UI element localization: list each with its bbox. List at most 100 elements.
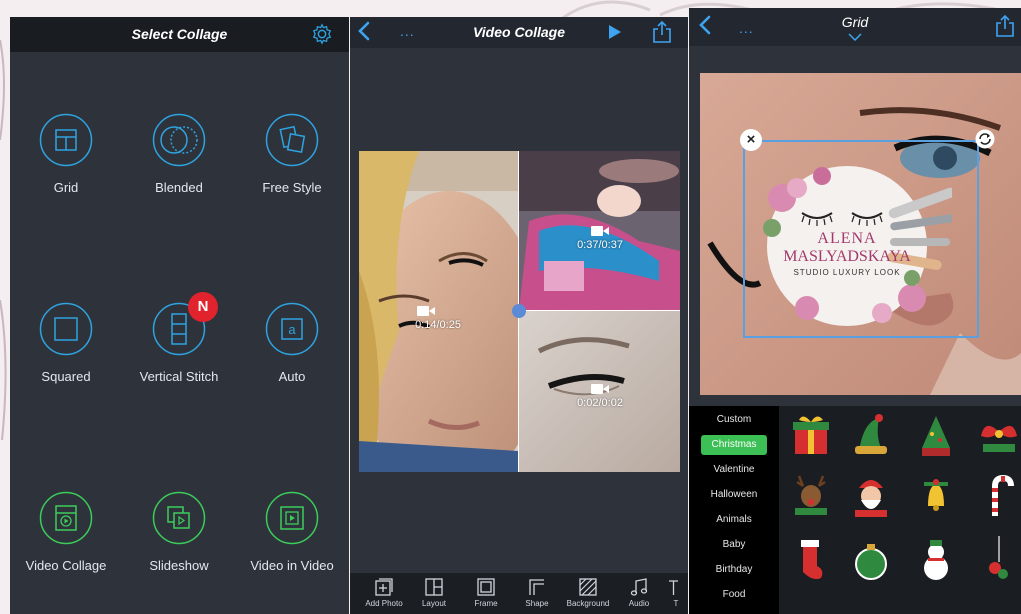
auto-label: Auto bbox=[278, 369, 306, 384]
header-bar: Select Collage bbox=[10, 17, 349, 52]
logo-sticker[interactable]: ALENA MASLYADSKAYA STUDIO LUXURY LOOK bbox=[762, 158, 960, 328]
vertical-stitch-label: Vertical Stitch bbox=[139, 369, 219, 384]
logo-line-2: MASLYADSKAYA bbox=[783, 248, 911, 265]
gear-icon[interactable] bbox=[311, 23, 333, 45]
auto-icon: a bbox=[265, 302, 319, 356]
video-cell-1[interactable]: 0:14/0:25 bbox=[359, 151, 518, 472]
background-icon bbox=[579, 578, 597, 596]
video-camera-icon bbox=[417, 306, 435, 316]
reindeer-sticker[interactable] bbox=[789, 472, 833, 520]
page-title: Select Collage bbox=[131, 26, 228, 42]
free-style-option[interactable]: Free Style bbox=[236, 113, 348, 213]
page-title: Grid bbox=[841, 14, 869, 30]
hanging-ornament-sticker[interactable] bbox=[977, 536, 1021, 584]
video-camera-icon bbox=[591, 226, 609, 236]
category-halloween[interactable]: Halloween bbox=[701, 485, 767, 505]
face-photo bbox=[359, 151, 518, 472]
close-icon[interactable]: × bbox=[740, 129, 762, 151]
category-custom[interactable]: Custom bbox=[701, 410, 767, 430]
video-cell-2[interactable]: 0:37/0:37 bbox=[519, 151, 680, 310]
add-photo-button[interactable]: Add Photo bbox=[360, 577, 408, 608]
play-icon[interactable] bbox=[608, 24, 622, 40]
slideshow-option[interactable]: Slideshow bbox=[123, 491, 235, 591]
page-title: Video Collage bbox=[472, 24, 566, 40]
divider-handle[interactable] bbox=[512, 304, 526, 318]
video-in-video-icon bbox=[265, 491, 319, 545]
video-collage-label: Video Collage bbox=[25, 558, 107, 573]
layout-button[interactable]: Layout bbox=[410, 577, 458, 608]
grid-sticker-screen: ... Grid × ALENA MASLYADSKAYA STUDIO LUX… bbox=[689, 8, 1021, 614]
video-time-label: 0:37/0:37 bbox=[577, 239, 623, 251]
squared-icon bbox=[39, 302, 93, 356]
audio-button[interactable]: Audio bbox=[615, 577, 663, 608]
blended-label: Blended bbox=[155, 180, 203, 195]
logo-line-1: ALENA bbox=[817, 230, 877, 247]
svg-text:a: a bbox=[288, 322, 296, 337]
toolbar-label: Layout bbox=[421, 599, 447, 608]
video-collage-canvas[interactable]: 0:14/0:25 0:37/0:37 0:02/0:02 bbox=[359, 151, 680, 472]
category-birthday[interactable]: Birthday bbox=[701, 560, 767, 580]
text-button[interactable]: T bbox=[664, 577, 688, 608]
video-camera-icon bbox=[591, 384, 609, 394]
shape-icon bbox=[529, 579, 544, 595]
toolbar-label: Add Photo bbox=[365, 599, 403, 608]
add-photo-icon bbox=[375, 578, 393, 596]
toolbar-label: T bbox=[673, 599, 679, 608]
video-collage-option[interactable]: Video Collage bbox=[10, 491, 122, 591]
select-collage-screen: Select Collage Grid Blended Free Style S… bbox=[10, 17, 349, 614]
chevron-down-icon[interactable] bbox=[848, 33, 862, 41]
santa-sticker[interactable] bbox=[849, 472, 893, 520]
frame-icon bbox=[477, 578, 495, 596]
video-in-video-option[interactable]: Video in Video bbox=[236, 491, 348, 591]
category-valentine[interactable]: Valentine bbox=[701, 460, 767, 480]
header-bar: ... Video Collage bbox=[350, 17, 688, 48]
toolbar-label: Background bbox=[566, 599, 610, 608]
category-baby[interactable]: Baby bbox=[701, 535, 767, 555]
new-badge: N bbox=[188, 292, 218, 322]
free-style-label: Free Style bbox=[262, 180, 322, 195]
squared-option[interactable]: Squared bbox=[10, 302, 122, 402]
ornament-sticker[interactable] bbox=[849, 536, 893, 584]
share-icon[interactable] bbox=[652, 20, 672, 44]
category-food[interactable]: Food bbox=[701, 585, 767, 605]
blended-icon bbox=[152, 113, 206, 167]
video-collage-screen: ... Video Collage 0:14/0:25 0:37/0:37 0:… bbox=[350, 17, 688, 614]
sticker-category-list: Custom Christmas Valentine Halloween Ani… bbox=[689, 406, 779, 614]
elf-hat-sticker[interactable] bbox=[849, 412, 893, 460]
category-animals[interactable]: Animals bbox=[701, 510, 767, 530]
blended-option[interactable]: Blended bbox=[123, 113, 235, 213]
grid-label: Grid bbox=[53, 180, 79, 195]
shape-button[interactable]: Shape bbox=[513, 577, 561, 608]
bottom-toolbar: Add Photo Layout Frame Shape Background … bbox=[350, 573, 688, 614]
bow-sticker[interactable] bbox=[977, 412, 1021, 460]
slideshow-label: Slideshow bbox=[149, 558, 209, 573]
video-time-label: 0:02/0:02 bbox=[577, 397, 623, 409]
video-cell-3[interactable]: 0:02/0:02 bbox=[519, 311, 680, 472]
grid-option[interactable]: Grid bbox=[10, 113, 122, 213]
gift-sticker[interactable] bbox=[789, 412, 833, 460]
free-style-icon bbox=[265, 113, 319, 167]
layout-icon bbox=[425, 578, 443, 596]
video-time-label: 0:14/0:25 bbox=[415, 319, 461, 331]
bell-sticker[interactable] bbox=[914, 472, 958, 520]
logo-line-3: STUDIO LUXURY LOOK bbox=[793, 268, 901, 277]
share-icon[interactable] bbox=[995, 14, 1015, 38]
vertical-stitch-option[interactable]: Vertical Stitch bbox=[123, 302, 235, 402]
video-collage-icon bbox=[39, 491, 93, 545]
category-christmas[interactable]: Christmas bbox=[701, 435, 767, 455]
slideshow-icon bbox=[152, 491, 206, 545]
grid-icon bbox=[39, 113, 93, 167]
toolbar-label: Audio bbox=[628, 599, 650, 608]
frame-button[interactable]: Frame bbox=[462, 577, 510, 608]
snowman-sticker[interactable] bbox=[914, 536, 958, 584]
header-bar: ... Grid bbox=[689, 8, 1021, 46]
auto-option[interactable]: a Auto bbox=[236, 302, 348, 402]
candy-cane-sticker[interactable] bbox=[977, 472, 1021, 520]
toolbar-label: Frame bbox=[474, 599, 498, 608]
rotate-icon[interactable] bbox=[975, 129, 995, 149]
text-icon bbox=[669, 580, 678, 595]
background-button[interactable]: Background bbox=[564, 577, 612, 608]
stocking-sticker[interactable] bbox=[789, 536, 833, 584]
tree-sticker[interactable] bbox=[914, 412, 958, 460]
music-note-icon bbox=[630, 578, 648, 596]
